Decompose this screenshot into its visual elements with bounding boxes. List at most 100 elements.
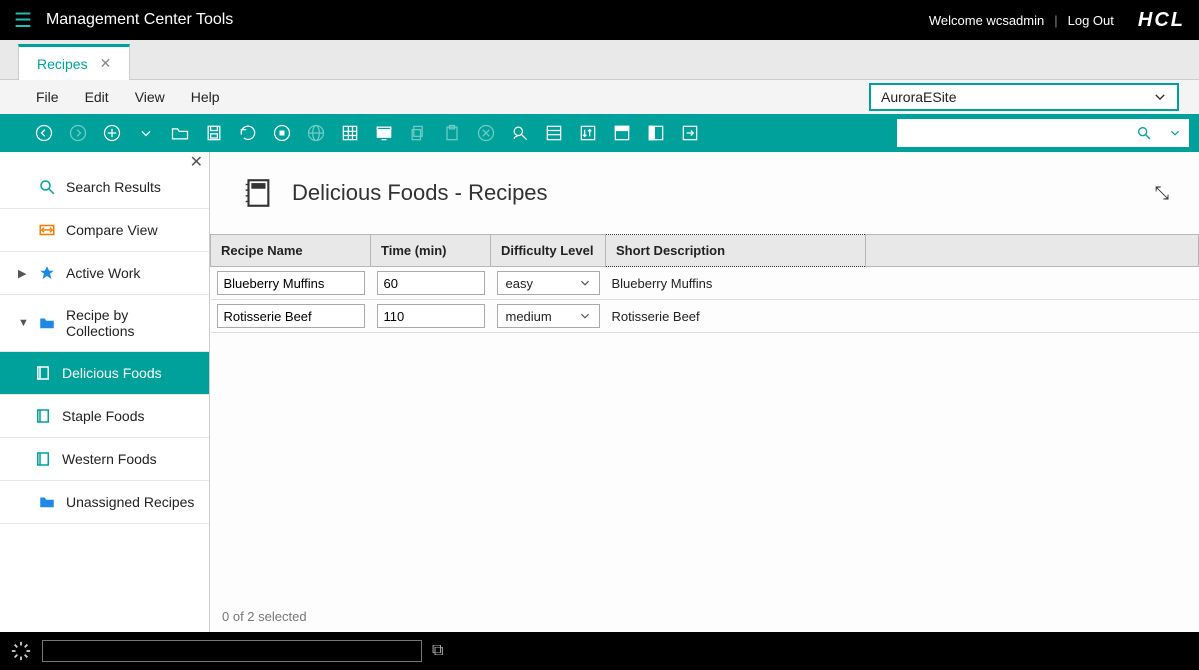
sidebar-item-label: Delicious Foods bbox=[62, 365, 162, 381]
paste-button[interactable] bbox=[438, 119, 466, 147]
recipe-difficulty-select[interactable]: medium bbox=[497, 304, 600, 328]
col-header-difficulty[interactable]: Difficulty Level bbox=[491, 235, 606, 267]
sidebar-item-delicious-foods[interactable]: Delicious Foods bbox=[0, 352, 209, 395]
menu-help[interactable]: Help bbox=[191, 89, 220, 105]
layout-side-button[interactable] bbox=[642, 119, 670, 147]
popout-icon[interactable]: ⧉ bbox=[432, 642, 443, 660]
col-header-name[interactable]: Recipe Name bbox=[211, 235, 371, 267]
new-button[interactable] bbox=[98, 119, 126, 147]
sidebar-item-compare-view[interactable]: Compare View bbox=[0, 209, 209, 252]
toolbar bbox=[0, 114, 1199, 152]
recipe-desc: Rotisserie Beef bbox=[612, 309, 700, 324]
col-header-empty bbox=[866, 235, 1199, 267]
recipe-desc: Blueberry Muffins bbox=[612, 276, 713, 291]
chevron-down-icon bbox=[1153, 90, 1167, 104]
sidebar-item-recipe-by-collections[interactable]: ▼ Recipe by Collections bbox=[0, 295, 209, 352]
select-value: easy bbox=[506, 276, 533, 291]
active-work-icon bbox=[38, 264, 56, 282]
hamburger-icon[interactable]: ☰ bbox=[14, 8, 32, 33]
welcome-text: Welcome wcsadmin bbox=[929, 13, 1044, 28]
close-icon[interactable]: ✕ bbox=[100, 55, 112, 72]
compare-icon bbox=[38, 221, 56, 239]
table-row[interactable]: easy Blueberry Muffins bbox=[211, 267, 1199, 300]
sidebar-item-staple-foods[interactable]: Staple Foods bbox=[0, 395, 209, 438]
menu-edit[interactable]: Edit bbox=[85, 89, 109, 105]
save-button[interactable] bbox=[200, 119, 228, 147]
grid-button[interactable] bbox=[336, 119, 364, 147]
search-button[interactable] bbox=[1127, 119, 1161, 147]
new-dropdown-icon[interactable] bbox=[132, 119, 160, 147]
col-header-time[interactable]: Time (min) bbox=[371, 235, 491, 267]
sort-button[interactable] bbox=[574, 119, 602, 147]
open-button[interactable] bbox=[166, 119, 194, 147]
recipe-time-input[interactable] bbox=[377, 304, 485, 328]
stop-button[interactable] bbox=[268, 119, 296, 147]
copy-button[interactable] bbox=[404, 119, 432, 147]
command-input[interactable] bbox=[42, 640, 422, 662]
folder-icon bbox=[38, 493, 56, 511]
columns-button[interactable] bbox=[540, 119, 568, 147]
tab-label: Recipes bbox=[37, 56, 88, 72]
selection-status: 0 of 2 selected bbox=[210, 601, 1199, 632]
menu-view[interactable]: View bbox=[135, 89, 165, 105]
content-area: Delicious Foods - Recipes ⤡ Recipe Name … bbox=[210, 152, 1199, 632]
sidebar-item-label: Western Foods bbox=[62, 451, 157, 467]
search-icon bbox=[1136, 125, 1152, 141]
collection-icon bbox=[34, 407, 52, 425]
expand-icon[interactable]: ⤡ bbox=[1155, 183, 1169, 204]
back-button[interactable] bbox=[30, 119, 58, 147]
sidebar-item-label: Recipe by Collections bbox=[66, 307, 199, 339]
collection-icon bbox=[34, 364, 52, 382]
busy-icon bbox=[10, 640, 32, 662]
col-header-description[interactable]: Short Description bbox=[606, 235, 866, 267]
search-input[interactable] bbox=[897, 119, 1127, 147]
sidebar-item-label: Active Work bbox=[66, 265, 140, 281]
close-icon[interactable]: ✕ bbox=[190, 152, 203, 172]
recipe-difficulty-select[interactable]: easy bbox=[497, 271, 600, 295]
notebook-icon bbox=[240, 176, 274, 210]
sidebar-item-search-results[interactable]: Search Results bbox=[0, 166, 209, 209]
sidebar-item-label: Search Results bbox=[66, 179, 161, 195]
sidebar-item-active-work[interactable]: ▶ Active Work bbox=[0, 252, 209, 295]
search-icon bbox=[38, 178, 56, 196]
store-selector[interactable]: AuroraESite bbox=[869, 83, 1179, 111]
export-button[interactable] bbox=[676, 119, 704, 147]
app-title: Management Center Tools bbox=[46, 11, 233, 29]
sidebar-item-western-foods[interactable]: Western Foods bbox=[0, 438, 209, 481]
table-row[interactable]: medium Rotisserie Beef bbox=[211, 300, 1199, 333]
bottom-bar: ⧉ bbox=[0, 632, 1199, 670]
tab-strip: Recipes ✕ bbox=[0, 40, 1199, 80]
separator: | bbox=[1054, 13, 1057, 28]
logout-link[interactable]: Log Out bbox=[1068, 13, 1114, 28]
recipes-table: Recipe Name Time (min) Difficulty Level … bbox=[210, 234, 1199, 333]
tab-recipes[interactable]: Recipes ✕ bbox=[18, 44, 130, 80]
folder-icon bbox=[38, 314, 56, 332]
top-bar: ☰ Management Center Tools Welcome wcsadm… bbox=[0, 0, 1199, 40]
sidebar-item-label: Compare View bbox=[66, 222, 158, 238]
refresh-button[interactable] bbox=[234, 119, 262, 147]
delete-button[interactable] bbox=[472, 119, 500, 147]
recipe-time-input[interactable] bbox=[377, 271, 485, 295]
preview-button[interactable] bbox=[370, 119, 398, 147]
sidebar-item-label: Unassigned Recipes bbox=[66, 494, 194, 510]
menu-file[interactable]: File bbox=[36, 89, 59, 105]
select-value: medium bbox=[506, 309, 552, 324]
content-header: Delicious Foods - Recipes ⤡ bbox=[210, 152, 1199, 234]
forward-button[interactable] bbox=[64, 119, 92, 147]
main-split: ✕ Search Results Compare View ▶ Active W… bbox=[0, 152, 1199, 632]
globe-button[interactable] bbox=[302, 119, 330, 147]
sidebar-item-label: Staple Foods bbox=[62, 408, 145, 424]
chevron-down-icon bbox=[579, 310, 591, 322]
recipe-name-input[interactable] bbox=[217, 304, 365, 328]
recipe-name-input[interactable] bbox=[217, 271, 365, 295]
find-replace-button[interactable] bbox=[506, 119, 534, 147]
search-options-button[interactable] bbox=[1161, 119, 1189, 147]
hcl-logo: HCL bbox=[1138, 9, 1185, 32]
chevron-right-icon: ▶ bbox=[18, 267, 28, 280]
sidebar-item-unassigned-recipes[interactable]: Unassigned Recipes bbox=[0, 481, 209, 524]
menu-bar: File Edit View Help AuroraESite bbox=[0, 80, 1199, 114]
chevron-down-icon bbox=[579, 277, 591, 289]
collection-icon bbox=[34, 450, 52, 468]
layout-top-button[interactable] bbox=[608, 119, 636, 147]
sidebar: ✕ Search Results Compare View ▶ Active W… bbox=[0, 152, 210, 632]
